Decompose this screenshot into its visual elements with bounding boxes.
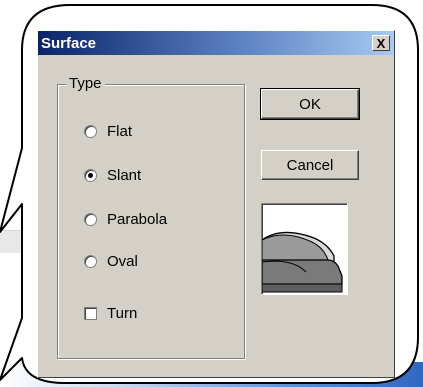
radio-button-checked-icon[interactable] — [84, 169, 97, 182]
checkbox-icon[interactable] — [84, 307, 97, 320]
type-group-label: Type — [66, 75, 105, 92]
surface-dialog: Surface X Type Flat Slant Parabola Oval … — [37, 30, 395, 378]
radio-slant[interactable]: Slant — [84, 167, 141, 184]
dialog-title: Surface — [41, 34, 97, 52]
radio-button-icon[interactable] — [84, 255, 97, 268]
radio-flat[interactable]: Flat — [84, 123, 132, 140]
ok-button-label: OK — [299, 95, 321, 113]
type-groupbox: Type Flat Slant Parabola Oval Turn — [57, 75, 245, 359]
turn-checkbox[interactable]: Turn — [84, 305, 137, 322]
surface-preview — [261, 203, 348, 295]
radio-oval-label: Oval — [107, 253, 138, 270]
radio-oval[interactable]: Oval — [84, 253, 138, 270]
ok-button[interactable]: OK — [260, 88, 360, 120]
radio-button-icon[interactable] — [84, 125, 97, 138]
radio-parabola[interactable]: Parabola — [84, 211, 167, 228]
turn-checkbox-label: Turn — [107, 305, 138, 322]
cancel-button[interactable]: Cancel — [261, 150, 359, 180]
radio-button-icon[interactable] — [84, 213, 97, 226]
close-icon: X — [376, 35, 386, 51]
cancel-button-label: Cancel — [286, 156, 334, 174]
close-button[interactable]: X — [372, 35, 390, 51]
radio-flat-label: Flat — [107, 123, 133, 140]
slant-surface-preview-icon — [261, 231, 343, 293]
dialog-titlebar: Surface X — [38, 31, 394, 55]
radio-slant-label: Slant — [107, 167, 142, 184]
radio-parabola-label: Parabola — [107, 211, 168, 228]
